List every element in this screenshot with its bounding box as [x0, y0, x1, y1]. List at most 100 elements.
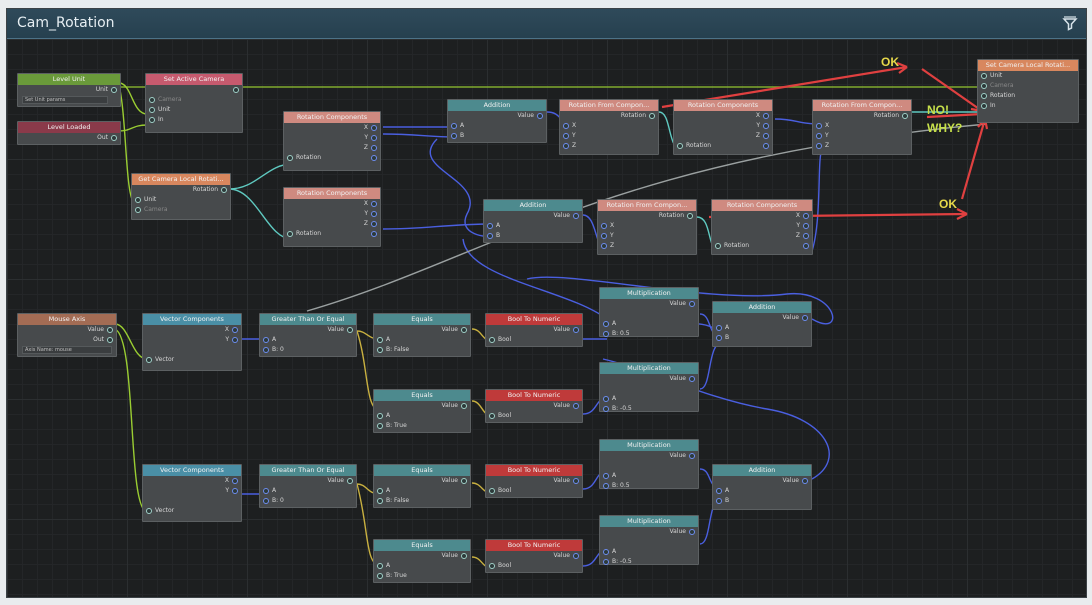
port-in[interactable] [135, 207, 141, 213]
node-multiplication-3[interactable]: Multiplication Value A B: 0.5 [599, 439, 699, 489]
node-level-unit[interactable]: Level Unit Unit Set Unit params [17, 73, 121, 107]
node-addition-4[interactable]: Addition Value A B [712, 464, 812, 510]
port-out[interactable] [689, 301, 695, 307]
node-addition-3[interactable]: Addition Value A B [712, 301, 812, 347]
node-multiplication-1[interactable]: Multiplication Value A B: 0.5 [599, 287, 699, 337]
port-out[interactable] [803, 243, 809, 249]
port-out[interactable] [461, 403, 467, 409]
node-bool-to-numeric-1[interactable]: Bool To Numeric Value Bool [485, 313, 583, 347]
port-out[interactable] [232, 327, 238, 333]
node-bool-to-numeric-3[interactable]: Bool To Numeric Value Bool [485, 464, 583, 498]
port-out[interactable] [371, 125, 377, 131]
port-in[interactable] [563, 123, 569, 129]
port-out[interactable] [107, 337, 113, 343]
node-rotation-components-4[interactable]: Rotation Components X Y Z Rotation [711, 199, 813, 255]
port-in[interactable] [716, 335, 722, 341]
port-in[interactable] [489, 413, 495, 419]
port-out[interactable] [232, 337, 238, 343]
port-out[interactable] [803, 223, 809, 229]
port-out[interactable] [902, 113, 908, 119]
port-in[interactable] [603, 331, 609, 337]
port-in[interactable] [287, 155, 293, 161]
filter-icon[interactable] [1062, 16, 1078, 32]
node-set-active-camera[interactable]: Set Active Camera Camera Unit In [145, 73, 243, 133]
port-out[interactable] [573, 553, 579, 559]
node-rotation-components-2[interactable]: Rotation Components X Y Z Rotation [283, 187, 381, 247]
port-in[interactable] [603, 549, 609, 555]
node-rotation-from-components-1[interactable]: Rotation From Compon... Rotation X Y Z [559, 99, 659, 155]
port-out[interactable] [371, 221, 377, 227]
port-in[interactable] [377, 423, 383, 429]
port-out[interactable] [371, 135, 377, 141]
port-in[interactable] [716, 498, 722, 504]
port-in[interactable] [149, 97, 155, 103]
port-in[interactable] [603, 396, 609, 402]
node-rotation-from-components-2[interactable]: Rotation From Compon... Rotation X Y Z [812, 99, 912, 155]
port-out[interactable] [803, 213, 809, 219]
port-out[interactable] [347, 478, 353, 484]
port-out[interactable] [689, 529, 695, 535]
port-out[interactable] [233, 87, 239, 93]
node-level-loaded[interactable]: Level Loaded Out [17, 121, 121, 145]
port-in[interactable] [601, 223, 607, 229]
port-in[interactable] [603, 483, 609, 489]
port-in[interactable] [563, 133, 569, 139]
node-equals-3[interactable]: Equals Value A B: False [373, 464, 471, 508]
node-rotation-components-1[interactable]: Rotation Components X Y Z Rotation [283, 111, 381, 171]
node-get-camera-local-rotation[interactable]: Get Camera Local Rotati... Rotation Unit… [131, 173, 231, 220]
port-out[interactable] [763, 113, 769, 119]
port-in[interactable] [263, 498, 269, 504]
port-in[interactable] [563, 143, 569, 149]
node-equals-4[interactable]: Equals Value A B: True [373, 539, 471, 583]
port-in[interactable] [377, 498, 383, 504]
node-equals-1[interactable]: Equals Value A B: False [373, 313, 471, 357]
port-in[interactable] [603, 559, 609, 565]
port-out[interactable] [107, 327, 113, 333]
port-in[interactable] [377, 488, 383, 494]
port-in[interactable] [451, 133, 457, 139]
port-in[interactable] [981, 103, 987, 109]
port-in[interactable] [146, 508, 152, 514]
node-bool-to-numeric-2[interactable]: Bool To Numeric Value Bool [485, 389, 583, 423]
port-out[interactable] [537, 113, 543, 119]
port-out[interactable] [221, 187, 227, 193]
port-in[interactable] [715, 243, 721, 249]
node-graph-canvas[interactable]: Level Unit Unit Set Unit params Level Lo… [7, 39, 1086, 597]
node-vector-components-1[interactable]: Vector Components X Y Vector [142, 313, 242, 371]
port-in[interactable] [816, 133, 822, 139]
port-out[interactable] [461, 327, 467, 333]
port-out[interactable] [573, 213, 579, 219]
port-in[interactable] [377, 563, 383, 569]
node-bool-to-numeric-4[interactable]: Bool To Numeric Value Bool [485, 539, 583, 573]
port-in[interactable] [377, 347, 383, 353]
port-in[interactable] [601, 233, 607, 239]
port-in[interactable] [149, 107, 155, 113]
port-out[interactable] [689, 376, 695, 382]
port-in[interactable] [451, 123, 457, 129]
port-out[interactable] [649, 113, 655, 119]
port-out[interactable] [232, 478, 238, 484]
port-out[interactable] [461, 478, 467, 484]
node-rotation-from-components-3[interactable]: Rotation From Compon... Rotation X Y Z [597, 199, 697, 255]
node-field[interactable]: Set Unit params [22, 96, 108, 104]
node-set-camera-local-rotation[interactable]: Set Camera Local Rotati... Unit Camera R… [977, 59, 1079, 123]
node-greater-than-or-equal-1[interactable]: Greater Than Or Equal Value A B: 0 [259, 313, 357, 357]
port-out[interactable] [232, 488, 238, 494]
port-in[interactable] [149, 117, 155, 123]
port-in[interactable] [816, 143, 822, 149]
port-in[interactable] [816, 123, 822, 129]
node-equals-2[interactable]: Equals Value A B: True [373, 389, 471, 433]
port-out[interactable] [347, 327, 353, 333]
port-out[interactable] [111, 135, 117, 141]
port-out[interactable] [802, 315, 808, 321]
port-in[interactable] [377, 573, 383, 579]
port-in[interactable] [603, 473, 609, 479]
node-field[interactable]: Axis Name: mouse [22, 346, 112, 354]
port-in[interactable] [377, 337, 383, 343]
port-in[interactable] [489, 488, 495, 494]
port-out[interactable] [763, 143, 769, 149]
port-out[interactable] [573, 403, 579, 409]
node-greater-than-or-equal-2[interactable]: Greater Than Or Equal Value A B: 0 [259, 464, 357, 508]
port-in[interactable] [487, 223, 493, 229]
port-in[interactable] [377, 413, 383, 419]
